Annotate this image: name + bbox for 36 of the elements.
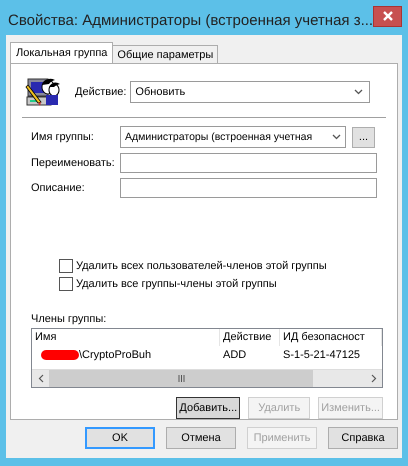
grip-icon xyxy=(178,375,184,382)
checkbox-label: Удалить все группы-члены этой группы xyxy=(76,278,277,290)
table-cell: ADD xyxy=(223,349,246,362)
checkbox[interactable] xyxy=(59,277,73,292)
chevron-down-icon xyxy=(354,88,364,95)
field-label: Переименовать: xyxy=(30,156,116,169)
chevron-right-icon xyxy=(370,374,376,383)
column-header[interactable]: Действие xyxy=(220,329,280,346)
close-button[interactable] xyxy=(373,6,402,26)
field-label: Действие: xyxy=(75,86,126,98)
dialog-button[interactable]: Справка xyxy=(328,427,398,449)
table-cell: S-1-5-21-47125 xyxy=(283,349,360,362)
close-icon xyxy=(382,11,393,21)
tab[interactable]: Общие параметры xyxy=(112,45,218,63)
checkbox-label: Удалить всех пользователей-членов этой группы xyxy=(76,260,327,272)
rename-field[interactable] xyxy=(120,152,377,173)
field-label: Имя группы: xyxy=(30,131,95,144)
checkbox[interactable] xyxy=(59,259,73,274)
group-name-dropdown[interactable]: Администраторы (встроенная учетная xyxy=(120,126,346,148)
column-header[interactable]: ИД безопасност xyxy=(280,329,382,346)
table-cell: \CryptoProBuh xyxy=(79,349,152,362)
action-dropdown[interactable]: Обновить xyxy=(130,80,370,103)
tab[interactable]: Локальная группа xyxy=(10,42,114,63)
browse-button[interactable]: ... xyxy=(352,126,375,148)
field-label: Описание: xyxy=(30,182,86,194)
description-field[interactable] xyxy=(120,178,377,198)
scrollbar-thumb[interactable] xyxy=(49,370,313,387)
chevron-left-icon xyxy=(38,374,44,383)
chevron-down-icon xyxy=(332,134,341,140)
dialog-button[interactable]: Отмена xyxy=(166,427,236,449)
window-title: Свойства: Администраторы (встроенная учетная з... xyxy=(7,12,374,28)
list-label: Члены группы: xyxy=(30,313,108,326)
dialog-button[interactable]: Добавить... xyxy=(176,397,240,419)
column-header[interactable]: Имя xyxy=(32,329,220,346)
horizontal-scrollbar[interactable] xyxy=(32,369,382,387)
dialog-button[interactable]: OK xyxy=(85,427,155,449)
